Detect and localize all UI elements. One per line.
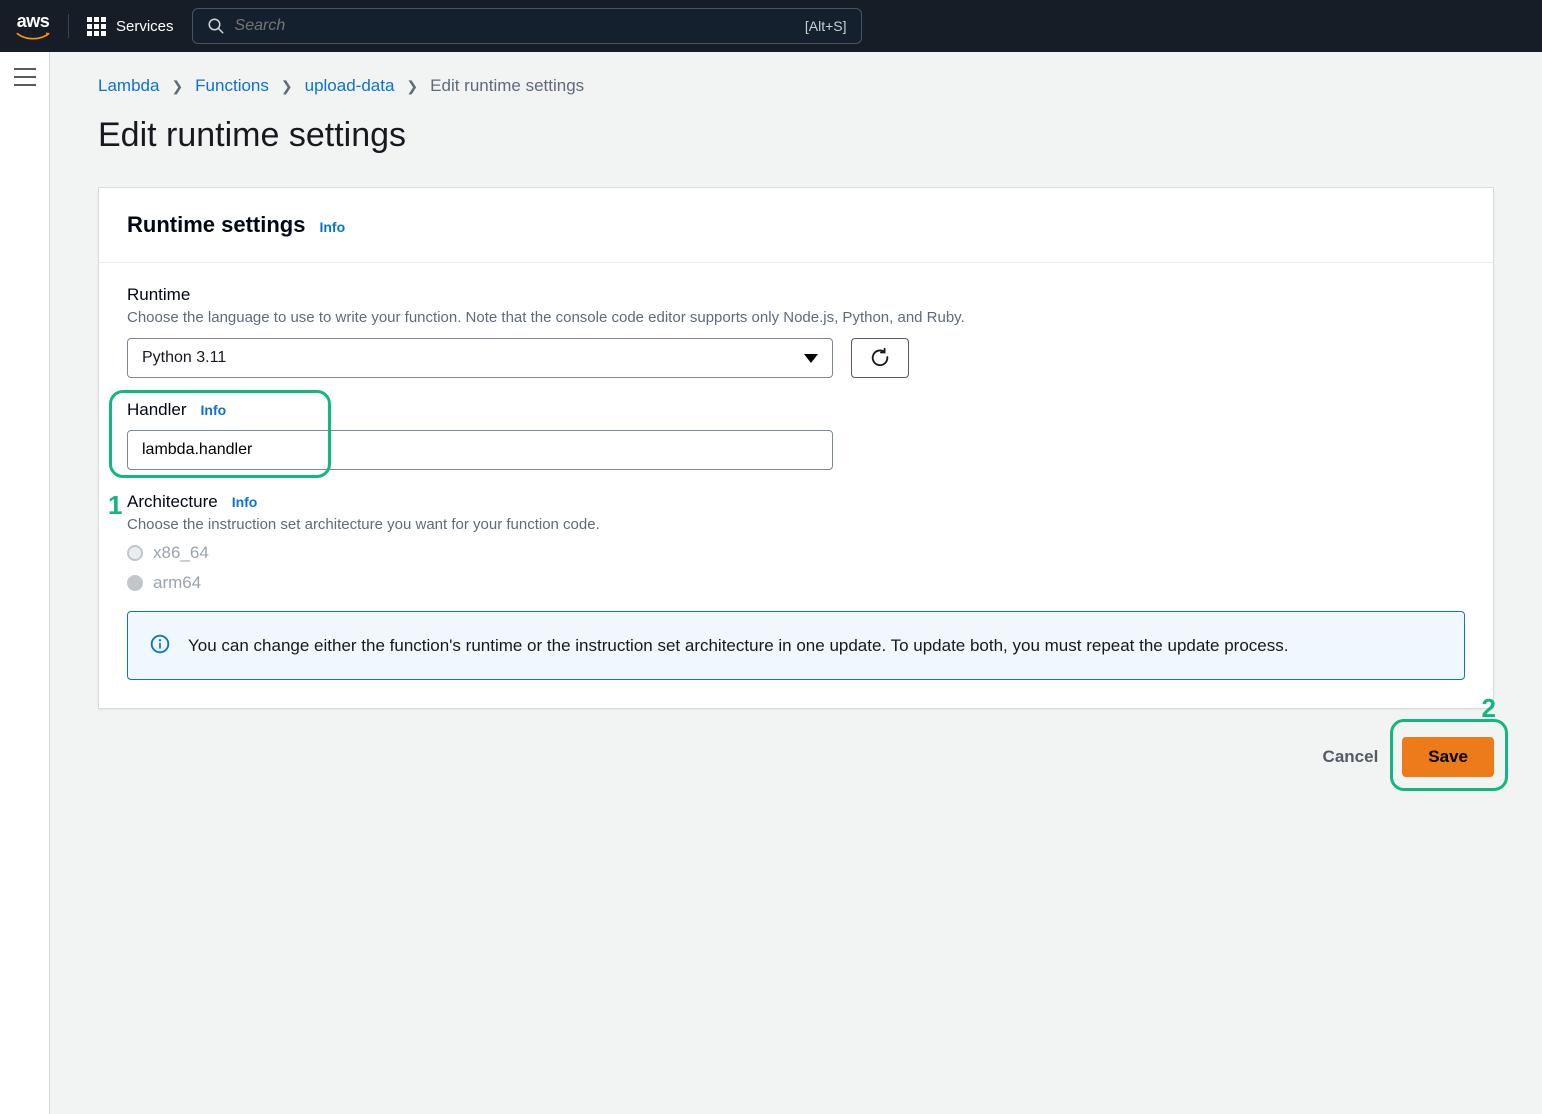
caret-down-icon bbox=[804, 354, 818, 363]
info-alert: You can change either the function's run… bbox=[127, 611, 1465, 680]
architecture-label: Architecture bbox=[127, 492, 218, 512]
architecture-radio-x86: x86_64 bbox=[127, 543, 1465, 563]
runtime-label: Runtime bbox=[127, 285, 1465, 305]
services-button[interactable]: Services bbox=[87, 17, 174, 36]
breadcrumb-link-function-name[interactable]: upload-data bbox=[305, 76, 395, 96]
runtime-select[interactable]: Python 3.11 bbox=[127, 338, 833, 378]
panel-header: Runtime settings Info bbox=[99, 188, 1493, 263]
radio-icon bbox=[127, 575, 143, 591]
chevron-right-icon: ❯ bbox=[171, 78, 183, 95]
handler-group: Handler Info bbox=[127, 400, 1465, 470]
panel-title: Runtime settings bbox=[127, 212, 305, 238]
architecture-option-1: arm64 bbox=[153, 573, 201, 593]
sidebar bbox=[0, 52, 50, 1114]
info-icon bbox=[150, 634, 170, 654]
panel-info-link[interactable]: Info bbox=[319, 219, 345, 235]
search-icon bbox=[207, 17, 225, 35]
chevron-right-icon: ❯ bbox=[281, 78, 293, 95]
architecture-hint: Choose the instruction set architecture … bbox=[127, 516, 1465, 533]
radio-icon bbox=[127, 545, 143, 561]
refresh-icon bbox=[869, 347, 891, 369]
action-row: Cancel 2 Save bbox=[98, 709, 1494, 817]
runtime-hint: Choose the language to use to write your… bbox=[127, 309, 1465, 326]
architecture-option-0: x86_64 bbox=[153, 543, 209, 563]
main-content: Lambda ❯ Functions ❯ upload-data ❯ Edit … bbox=[50, 52, 1542, 1114]
breadcrumb-link-functions[interactable]: Functions bbox=[195, 76, 269, 96]
aws-swoosh-icon bbox=[16, 32, 50, 42]
architecture-radio-arm64: arm64 bbox=[127, 573, 1465, 593]
search-bar[interactable]: [Alt+S] bbox=[192, 8, 862, 44]
breadcrumb: Lambda ❯ Functions ❯ upload-data ❯ Edit … bbox=[98, 76, 1494, 96]
runtime-value: Python 3.11 bbox=[142, 349, 226, 367]
handler-label: Handler bbox=[127, 400, 187, 420]
top-nav: aws Services [Alt+S] bbox=[0, 0, 1542, 52]
runtime-settings-panel: Runtime settings Info Runtime Choose the… bbox=[98, 187, 1494, 709]
handler-input[interactable] bbox=[127, 430, 833, 470]
search-shortcut: [Alt+S] bbox=[805, 18, 847, 34]
aws-logo-text: aws bbox=[17, 11, 50, 32]
refresh-button[interactable] bbox=[851, 338, 909, 378]
architecture-info-link[interactable]: Info bbox=[232, 494, 258, 510]
services-label: Services bbox=[116, 18, 174, 35]
architecture-group: Architecture Info Choose the instruction… bbox=[127, 492, 1465, 593]
nav-divider bbox=[68, 14, 69, 38]
search-input[interactable] bbox=[225, 17, 805, 35]
breadcrumb-current: Edit runtime settings bbox=[430, 76, 584, 96]
handler-info-link[interactable]: Info bbox=[201, 402, 227, 418]
chevron-right-icon: ❯ bbox=[406, 78, 418, 95]
aws-logo[interactable]: aws bbox=[16, 11, 50, 42]
menu-toggle-icon[interactable] bbox=[14, 68, 36, 86]
save-button[interactable]: Save bbox=[1402, 737, 1494, 777]
cancel-button[interactable]: Cancel bbox=[1323, 747, 1379, 767]
runtime-group: Runtime Choose the language to use to wr… bbox=[127, 285, 1465, 378]
breadcrumb-link-lambda[interactable]: Lambda bbox=[98, 76, 159, 96]
grid-icon bbox=[87, 17, 106, 36]
alert-text: You can change either the function's run… bbox=[188, 632, 1288, 659]
page-title: Edit runtime settings bbox=[98, 116, 1494, 155]
